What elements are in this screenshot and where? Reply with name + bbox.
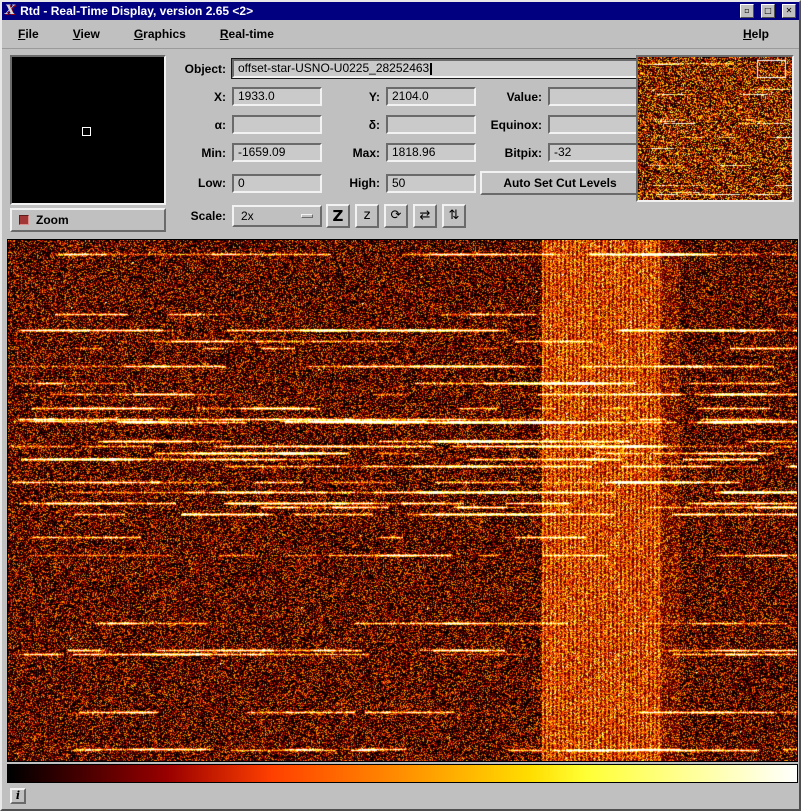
zoom-toggle[interactable]: Zoom (10, 208, 166, 232)
option-menu-dash-icon (301, 214, 313, 218)
window-title: Rtd - Real-Time Display, version 2.65 <2… (20, 4, 733, 18)
menu-graphics[interactable]: Graphics (128, 24, 192, 44)
colorbar-frame (7, 764, 798, 783)
y-label: Y: (326, 90, 382, 104)
min-label: Min: (170, 146, 228, 160)
colorbar-canvas (8, 765, 797, 782)
min-field: -1659.09 (232, 143, 322, 162)
x-label: X: (170, 90, 228, 104)
scale-option-menu[interactable]: 2x (232, 205, 322, 227)
dec-field (386, 115, 476, 134)
zoom-label: Zoom (36, 213, 69, 227)
zoom-display (10, 55, 166, 205)
rtd-window: X Rtd - Real-Time Display, version 2.65 … (0, 0, 801, 811)
x-field: 1933.0 (232, 87, 322, 106)
zoom-marker (82, 127, 91, 136)
flip-x-button[interactable]: ⇄ (413, 204, 437, 228)
maximize-button[interactable]: □ (761, 4, 775, 18)
menu-realtime[interactable]: Real-time (214, 24, 280, 44)
zoom-panel: Zoom (10, 55, 166, 232)
pan-image-canvas[interactable] (638, 57, 792, 200)
rotate-button[interactable]: ⟳ (384, 204, 408, 228)
titlebar[interactable]: X Rtd - Real-Time Display, version 2.65 … (2, 2, 799, 20)
object-value: offset-star-USNO-U0225_28252463 (238, 61, 429, 75)
equinox-label: Equinox: (480, 118, 544, 132)
flip-y-button[interactable]: ⇅ (442, 204, 466, 228)
low-field[interactable]: 0 (232, 174, 322, 193)
main-image-canvas[interactable] (8, 240, 797, 761)
zoom-indicator-icon (19, 215, 29, 225)
dec-label: δ: (326, 118, 382, 132)
x11-logo-icon: X (5, 3, 15, 19)
ra-field (232, 115, 322, 134)
scale-value: 2x (241, 209, 254, 223)
object-label: Object: (170, 62, 228, 76)
minimize-button[interactable]: ▫ (740, 4, 754, 18)
pan-window[interactable] (636, 55, 794, 202)
menu-file[interactable]: File (12, 24, 45, 44)
value-label: Value: (480, 90, 544, 104)
info-button[interactable]: i (10, 788, 26, 804)
text-cursor-icon (430, 63, 432, 75)
scale-label: Scale: (170, 209, 228, 223)
zoom-in-button[interactable]: Z (326, 204, 350, 228)
statusbar: i (2, 783, 799, 809)
max-label: Max: (326, 146, 382, 160)
menu-help[interactable]: Help (737, 24, 775, 44)
view-toolbar: Z z ⟳ ⇄ ⇅ (326, 204, 640, 228)
value-field (548, 87, 640, 106)
object-field[interactable]: offset-star-USNO-U0225_28252463 (232, 59, 640, 78)
menu-view[interactable]: View (67, 24, 106, 44)
main-image-frame (7, 239, 798, 762)
menubar: File View Graphics Real-time Help (2, 20, 799, 49)
bitpix-field: -32 (548, 143, 640, 162)
bitpix-label: Bitpix: (480, 146, 544, 160)
low-label: Low: (170, 176, 228, 190)
high-field[interactable]: 50 (386, 174, 476, 193)
high-label: High: (326, 176, 382, 190)
equinox-field (548, 115, 640, 134)
zoom-out-button[interactable]: z (355, 204, 379, 228)
control-panel: Zoom Object: offset-star-USNO-U0225_2825… (2, 49, 799, 237)
auto-set-cut-levels-button[interactable]: Auto Set Cut Levels (480, 171, 640, 195)
y-field: 2104.0 (386, 87, 476, 106)
image-info-form: Object: offset-star-USNO-U0225_28252463 … (170, 59, 640, 228)
ra-label: α: (170, 118, 228, 132)
close-button[interactable]: ✕ (782, 4, 796, 18)
max-field: 1818.96 (386, 143, 476, 162)
